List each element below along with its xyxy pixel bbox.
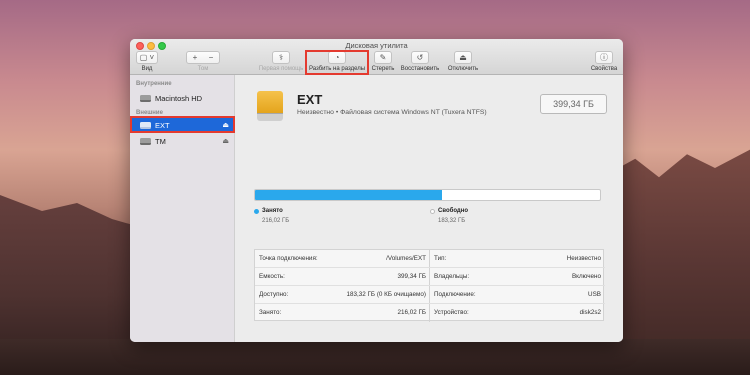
volume-capacity-badge: 399,34 ГБ xyxy=(540,94,607,114)
external-disk-icon xyxy=(140,137,151,145)
info-key: Владельцы: xyxy=(434,273,470,280)
info-row: Тип: Неизвестно xyxy=(430,250,605,268)
eject-icon[interactable]: ⏏ xyxy=(222,137,229,145)
free-label: Свободно xyxy=(438,208,468,214)
view-label: Вид xyxy=(141,66,153,72)
partition-label: Разбить на разделы xyxy=(308,66,366,72)
info-key: Подключение: xyxy=(434,291,476,298)
info-row: Емкость: 399,34 ГБ xyxy=(255,268,430,286)
restore-button[interactable]: ↺ Восстановить xyxy=(398,51,442,72)
usage-bar xyxy=(254,189,601,201)
info-row: Занято: 216,02 ГБ xyxy=(255,304,430,322)
info-key: Тип: xyxy=(434,255,447,262)
info-label: Свойства xyxy=(590,66,618,72)
sidebar-item-ext[interactable]: EXT ⏏ xyxy=(130,118,235,132)
volume-name: EXT xyxy=(297,92,323,107)
sidebar-header-external: Внешние xyxy=(136,110,163,116)
partition-icon: ◔ xyxy=(328,51,346,64)
info-button[interactable]: ⓘ Свойства xyxy=(587,51,621,72)
volume-label: Том xyxy=(197,66,209,72)
window-title: Дисковая утилита xyxy=(345,41,408,50)
info-value: 183,32 ГБ (0 КБ очищаемо) xyxy=(346,291,426,298)
disk-utility-window: Дисковая утилита ▢ ˅ Вид + − Том ⚕ Первая… xyxy=(130,39,623,342)
unmount-button[interactable]: ⏏ Отключить xyxy=(444,51,482,72)
legend-used: Занято 216,02 ГБ xyxy=(254,208,289,224)
info-key: Занято: xyxy=(259,309,282,316)
internal-disk-icon xyxy=(140,94,151,102)
used-value: 216,02 ГБ xyxy=(262,217,290,224)
sidebar-toggle-icon: ▢ ˅ xyxy=(136,51,158,64)
sidebar: Внутренние Macintosh HD Внешние EXT ⏏ TM… xyxy=(130,75,235,342)
info-row: Подключение: USB xyxy=(430,286,605,304)
info-key: Доступно: xyxy=(259,291,289,298)
toolbar: Дисковая утилита ▢ ˅ Вид + − Том ⚕ Первая… xyxy=(130,39,623,75)
info-key: Емкость: xyxy=(259,273,285,280)
used-label: Занято xyxy=(262,208,283,214)
unmount-label: Отключить xyxy=(447,66,479,72)
info-value: /Volumes/EXT xyxy=(386,255,426,262)
info-key: Точка подключения: xyxy=(259,255,318,262)
sidebar-item-macintosh-hd[interactable]: Macintosh HD xyxy=(130,91,235,105)
free-color-dot xyxy=(430,208,435,214)
erase-button[interactable]: ✎ Стереть xyxy=(369,51,397,72)
info-column-right: Тип: Неизвестно Владельцы: Включено Подк… xyxy=(430,250,605,322)
info-row: Точка подключения: /Volumes/EXT xyxy=(255,250,430,268)
main-panel: EXT Неизвестно • Файловая система Window… xyxy=(235,75,623,342)
info-value: 399,34 ГБ xyxy=(397,273,426,280)
sidebar-header-internal: Внутренние xyxy=(136,81,172,87)
view-button[interactable]: ▢ ˅ Вид xyxy=(135,51,159,72)
external-disk-icon xyxy=(140,121,151,129)
info-value: 216,02 ГБ xyxy=(397,309,426,316)
restore-icon: ↺ xyxy=(411,51,429,64)
info-row: Доступно: 183,32 ГБ (0 КБ очищаемо) xyxy=(255,286,430,304)
info-row: Устройство: disk2s2 xyxy=(430,304,605,322)
minus-icon: − xyxy=(208,53,214,62)
used-color-dot xyxy=(254,208,259,214)
info-row: Владельцы: Включено xyxy=(430,268,605,286)
info-icon: ⓘ xyxy=(595,51,613,64)
info-column-left: Точка подключения: /Volumes/EXT Емкость:… xyxy=(255,250,430,322)
usage-bar-used xyxy=(255,190,442,200)
sidebar-item-label: TM xyxy=(155,136,166,146)
wallpaper-ground xyxy=(0,339,750,375)
legend-free: Свободно 183,32 ГБ xyxy=(430,208,468,224)
stethoscope-icon: ⚕ xyxy=(272,51,290,64)
info-value: Неизвестно xyxy=(566,255,601,262)
erase-icon: ✎ xyxy=(374,51,392,64)
info-key: Устройство: xyxy=(434,309,469,316)
volume-button[interactable]: + − Том xyxy=(185,51,221,72)
sidebar-item-tm[interactable]: TM ⏏ xyxy=(130,134,235,148)
partition-button[interactable]: ◔ Разбить на разделы xyxy=(305,51,369,72)
sidebar-item-label: Macintosh HD xyxy=(155,93,203,103)
first-aid-button[interactable]: ⚕ Первая помощь xyxy=(256,51,306,72)
first-aid-label: Первая помощь xyxy=(258,66,304,72)
sidebar-item-label: EXT xyxy=(155,120,170,130)
volume-subtitle: Неизвестно • Файловая система Windows NT… xyxy=(297,109,487,116)
free-value: 183,32 ГБ xyxy=(438,217,466,224)
unmount-icon: ⏏ xyxy=(454,51,472,64)
info-value: disk2s2 xyxy=(579,309,601,316)
volume-disk-icon xyxy=(257,91,283,121)
info-table: Точка подключения: /Volumes/EXT Емкость:… xyxy=(254,249,605,322)
erase-label: Стереть xyxy=(371,66,395,72)
info-value: USB xyxy=(588,291,601,298)
info-value: Включено xyxy=(571,273,601,280)
plus-icon: + xyxy=(192,53,198,62)
eject-icon[interactable]: ⏏ xyxy=(222,121,229,129)
restore-label: Восстановить xyxy=(400,66,440,72)
